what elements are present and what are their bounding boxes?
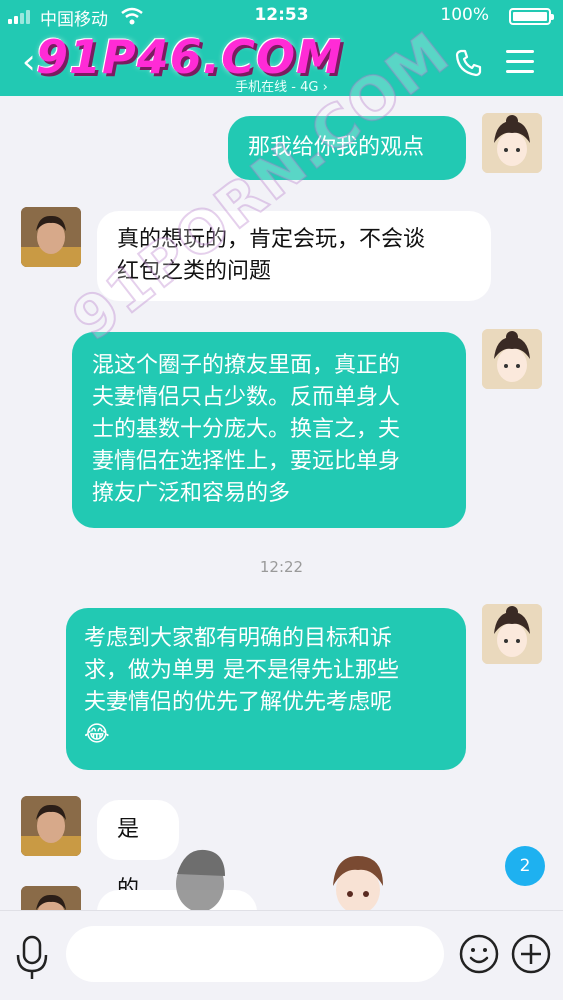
message-list[interactable]: 那我给你我的观点 真的想玩的，肯定会玩，不会谈 红包之类的问题 混这个圈子的撩友… xyxy=(0,96,563,910)
message-line: 考虑到大家都有明确的目标和诉 xyxy=(84,626,393,651)
phone-call-icon[interactable] xyxy=(454,48,484,78)
my-avatar[interactable] xyxy=(482,604,542,664)
contact-presence[interactable]: 手机在线 - 4G › xyxy=(0,76,563,95)
composer-bar xyxy=(0,910,563,1000)
message-line: 妻情侣在选择性上，要远比单身 xyxy=(92,449,401,474)
cartoon-figure-boy xyxy=(333,856,383,910)
message-input[interactable] xyxy=(66,926,444,982)
message-text: 那我给你我的观点 xyxy=(248,135,425,160)
menu-icon[interactable] xyxy=(506,48,534,76)
message-line: 士的基数十分庞大。换言之，夫 xyxy=(92,417,401,442)
battery-icon xyxy=(509,8,554,25)
outgoing-message[interactable]: 考虑到大家都有明确的目标和诉 求，做为单男 是不是得先让那些 夫妻情侣的优先了解… xyxy=(66,608,466,770)
contact-avatar[interactable] xyxy=(21,207,81,267)
cartoon-figure-gray xyxy=(176,849,225,910)
my-avatar[interactable] xyxy=(482,113,542,173)
message-line: 撩友广泛和容易的多 xyxy=(92,481,291,506)
message-timestamp: 12:22 xyxy=(259,558,304,576)
chat-header: 中国移动 12:53 100% ‹ 91P46.COM 手机在线 - 4G › xyxy=(0,0,563,96)
message-line: 求，做为单男 是不是得先让那些 xyxy=(84,658,399,683)
outgoing-message[interactable]: 那我给你我的观点 xyxy=(228,116,466,180)
add-attachment-icon[interactable] xyxy=(510,933,552,975)
status-bar: 中国移动 12:53 100% xyxy=(0,0,563,32)
outgoing-message[interactable]: 混这个圈子的撩友里面，真正的 夫妻情侣只占少数。反而单身人 士的基数十分庞大。换… xyxy=(72,332,466,528)
my-avatar[interactable] xyxy=(482,329,542,389)
contact-avatar[interactable] xyxy=(21,796,81,856)
message-line: 真的想玩的，肯定会玩，不会谈 xyxy=(117,227,426,252)
incoming-message[interactable]: 真的想玩的，肯定会玩，不会谈 红包之类的问题 xyxy=(97,211,491,301)
microphone-icon[interactable] xyxy=(12,933,52,983)
contact-avatar[interactable] xyxy=(21,886,81,910)
message-line: 夫妻情侣只占少数。反而单身人 xyxy=(92,385,401,410)
unread-count-badge[interactable]: 2 xyxy=(505,846,545,886)
message-line: 红包之类的问题 xyxy=(117,259,272,284)
laughing-emoji: 😂 xyxy=(84,722,110,747)
message-line: 混这个圈子的撩友里面，真正的 xyxy=(92,353,401,378)
emoji-icon[interactable] xyxy=(458,933,500,975)
battery-percent: 100% xyxy=(440,5,489,25)
message-line: 夫妻情侣的优先了解优先考虑呢 xyxy=(84,690,393,715)
